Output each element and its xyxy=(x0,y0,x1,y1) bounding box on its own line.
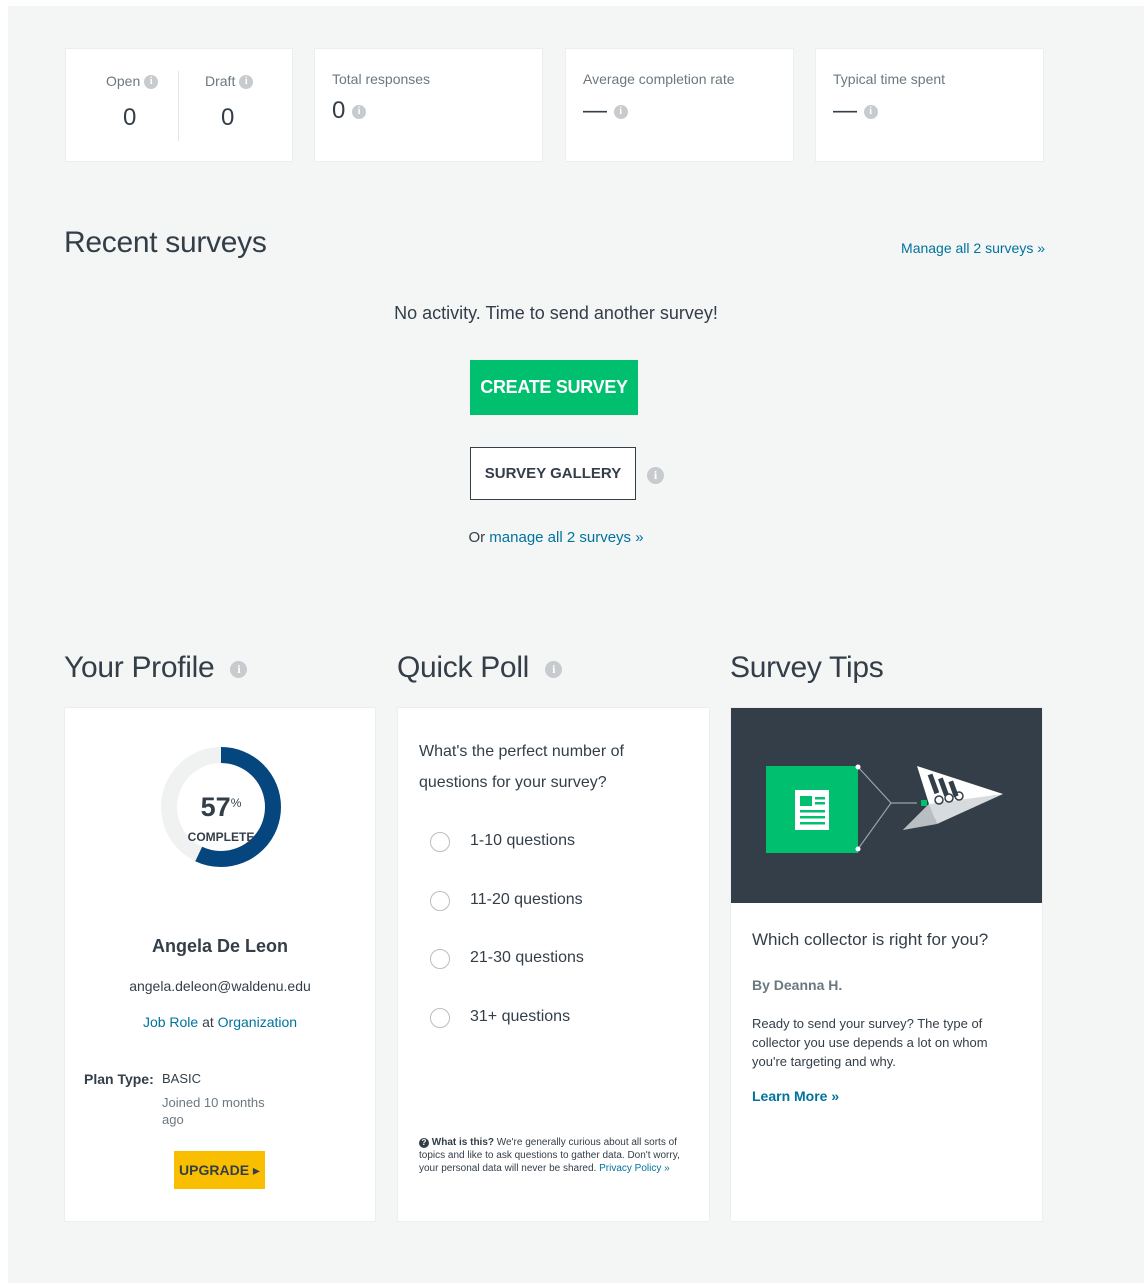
profile-email: angela.deleon@waldenu.edu xyxy=(129,978,311,994)
plan-type-value: BASIC xyxy=(162,1071,202,1086)
plan-type-label: Plan Type: xyxy=(84,1071,154,1087)
at-text: at xyxy=(202,1014,214,1030)
job-role-link[interactable]: Job Role xyxy=(143,1014,198,1030)
open-stat: Open i xyxy=(106,73,159,90)
draft-stat: Draft i xyxy=(205,73,254,90)
poll-option-radio[interactable] xyxy=(430,891,450,911)
info-icon[interactable]: i xyxy=(545,660,563,678)
joined-text: Joined 10 months ago xyxy=(162,1095,265,1127)
question-icon: ? xyxy=(419,1138,429,1148)
connector-line xyxy=(857,766,892,804)
typical-time-stat: — i xyxy=(833,97,878,125)
poll-option-label[interactable]: 21-30 questions xyxy=(470,949,584,967)
info-icon[interactable]: i xyxy=(613,104,628,119)
poll-footer: ? What is this? We're generally curious … xyxy=(419,1136,689,1175)
survey-gallery-button[interactable]: SURVEY GALLERY xyxy=(470,447,636,500)
info-icon[interactable]: i xyxy=(863,104,878,119)
form-line xyxy=(800,816,825,819)
create-survey-button[interactable]: CREATE SURVEY xyxy=(470,360,638,415)
form-line xyxy=(800,822,825,825)
draft-label: Draft xyxy=(205,73,236,89)
avg-completion-label: Average completion rate xyxy=(583,71,735,87)
node-dot xyxy=(855,764,861,770)
collector-illustration xyxy=(766,764,1003,853)
total-responses-stat: 0 i xyxy=(332,97,367,125)
profile-job-line: Job Role at Organization xyxy=(65,1014,375,1030)
poll-option-radio[interactable] xyxy=(430,1008,450,1028)
survey-tips-card: Which collector is right for you? By Dea… xyxy=(730,707,1043,1222)
upgrade-button[interactable]: UPGRADE ▸ xyxy=(174,1151,265,1189)
tips-article-title[interactable]: Which collector is right for you? xyxy=(752,930,988,950)
poll-option-radio[interactable] xyxy=(430,949,450,969)
or-manage-line: Or manage all 2 surveys » xyxy=(8,529,1104,546)
form-line xyxy=(815,802,825,805)
empty-activity-message: No activity. Time to send another survey… xyxy=(394,303,718,323)
survey-tips-title: Survey Tips xyxy=(730,651,884,684)
organization-link[interactable]: Organization xyxy=(218,1014,297,1030)
or-text: Or xyxy=(468,529,486,546)
avg-completion-stat: — i xyxy=(583,97,628,125)
info-icon[interactable]: i xyxy=(230,660,248,678)
info-icon[interactable]: i xyxy=(239,75,254,90)
survey-gallery-info-icon[interactable]: i xyxy=(647,467,664,484)
avg-completion-card: Average completion rate — i xyxy=(565,48,794,162)
open-label: Open xyxy=(106,73,141,89)
node-dot xyxy=(855,846,861,852)
tips-illustration xyxy=(731,708,1042,903)
progress-unit: % xyxy=(230,796,242,810)
progress-value: 57 xyxy=(200,792,231,822)
stat-divider xyxy=(178,71,179,141)
total-responses-value: 0 xyxy=(332,97,346,124)
dashboard-page: Open i 0 Draft i 0 Total responses 0 i A… xyxy=(8,6,1144,1283)
your-profile-heading: Your Profile i xyxy=(64,651,248,685)
total-responses-card: Total responses 0 i xyxy=(314,48,543,162)
poll-question: What's the perfect number of questions f… xyxy=(419,743,624,791)
profile-name: Angela De Leon xyxy=(151,936,289,956)
tips-author: By Deanna H. xyxy=(752,977,843,993)
total-responses-label: Total responses xyxy=(332,71,431,87)
connector-line xyxy=(857,802,892,850)
learn-more-link[interactable]: Learn More » xyxy=(752,1088,839,1104)
your-profile-title: Your Profile xyxy=(64,651,215,684)
typical-time-card: Typical time spent — i xyxy=(815,48,1044,162)
open-value: 0 xyxy=(123,104,137,131)
profile-card: 57% COMPLETE Angela De Leon angela.deleo… xyxy=(64,707,376,1222)
info-icon[interactable]: i xyxy=(352,104,367,119)
poll-option-label[interactable]: 11-20 questions xyxy=(470,891,583,909)
info-icon[interactable]: i xyxy=(144,75,159,90)
poll-option-label[interactable]: 31+ questions xyxy=(470,1008,570,1026)
privacy-policy-link[interactable]: Privacy Policy » xyxy=(599,1163,670,1174)
poll-option-label[interactable]: 1-10 questions xyxy=(470,832,575,850)
open-draft-card: Open i 0 Draft i 0 xyxy=(65,48,293,162)
quick-poll-title: Quick Poll xyxy=(397,651,530,684)
avg-completion-value: — xyxy=(583,97,607,124)
form-line xyxy=(815,797,825,800)
plane-accent xyxy=(921,800,927,806)
form-line xyxy=(800,796,812,806)
progress-label: COMPLETE xyxy=(187,830,255,844)
tips-description: Ready to send your survey? The type of c… xyxy=(752,1016,988,1069)
poll-footer-bold: What is this? xyxy=(431,1137,495,1148)
or-manage-all-link[interactable]: manage all 2 surveys » xyxy=(489,529,643,546)
poll-option-radio[interactable] xyxy=(430,832,450,852)
typical-time-value: — xyxy=(833,97,857,124)
form-line xyxy=(800,810,825,813)
manage-all-surveys-link[interactable]: Manage all 2 surveys » xyxy=(901,240,1045,256)
typical-time-label: Typical time spent xyxy=(833,71,946,87)
recent-surveys-title: Recent surveys xyxy=(64,226,267,259)
quick-poll-heading: Quick Poll i xyxy=(397,651,563,685)
progress-percent: 57% xyxy=(158,792,284,823)
draft-value: 0 xyxy=(221,104,235,131)
quick-poll-card: What's the perfect number of questions f… xyxy=(397,707,710,1222)
